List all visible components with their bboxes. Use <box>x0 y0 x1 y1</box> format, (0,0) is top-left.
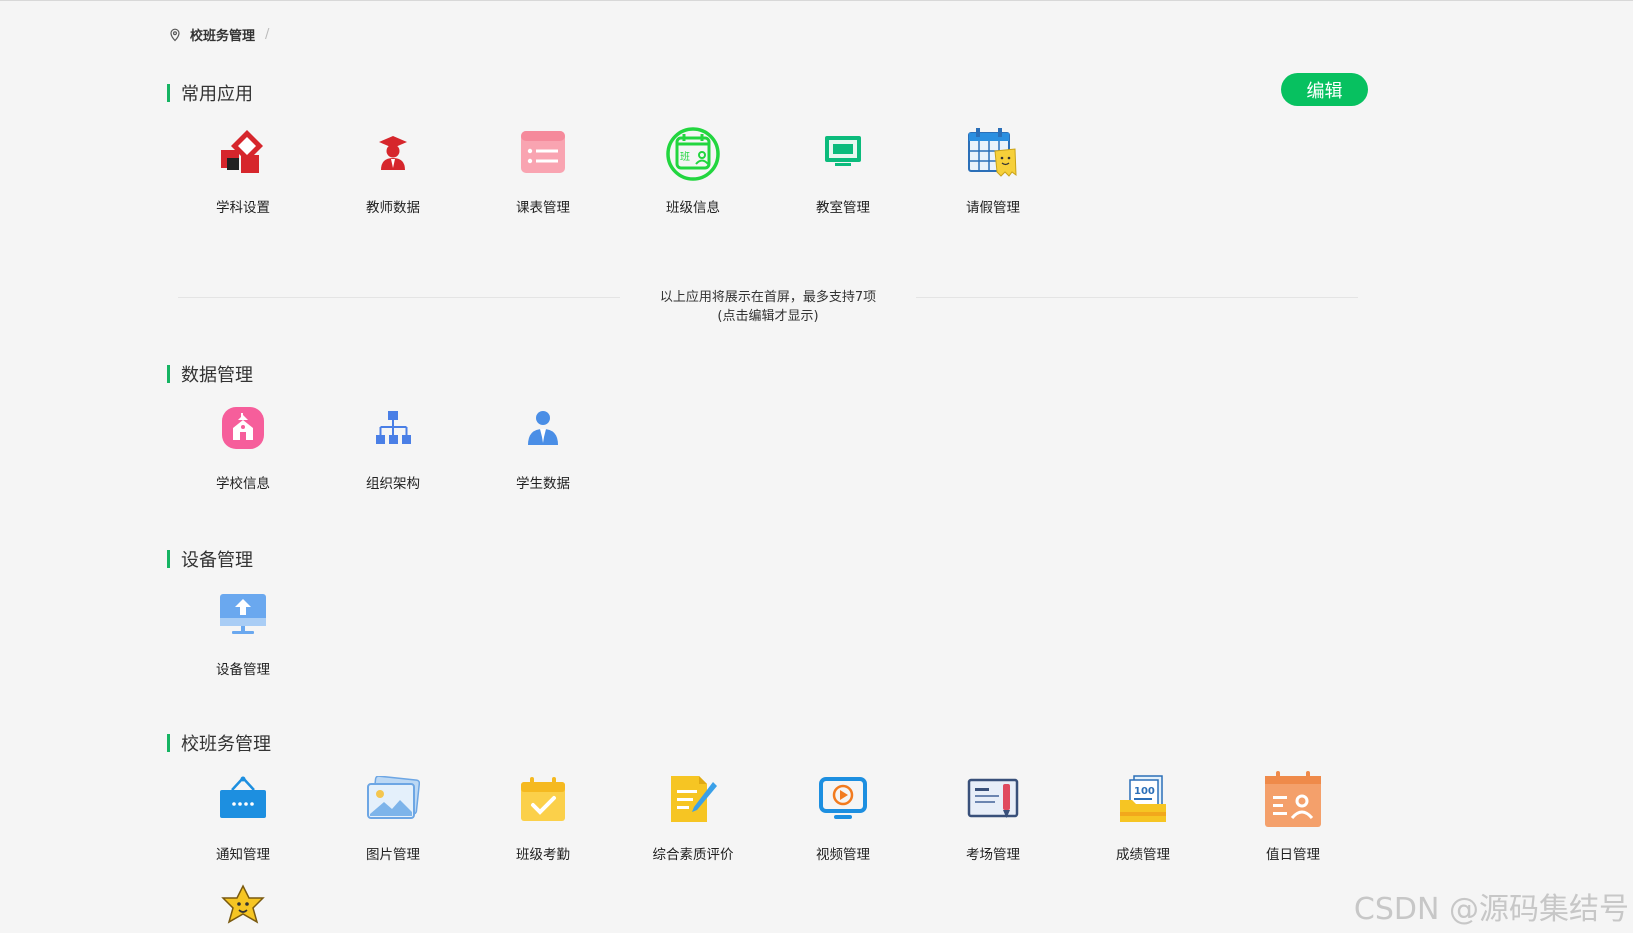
watermark: CSDN @源码集结号 <box>1353 892 1629 927</box>
section-title-text: 数据管理 <box>181 365 253 386</box>
exam-room-icon <box>961 767 1025 831</box>
app-label: 课表管理 <box>516 200 570 216</box>
evaluation-icon <box>661 767 725 831</box>
student-icon <box>511 396 575 460</box>
svg-text:100: 100 <box>1134 786 1155 797</box>
app-school-info[interactable]: 学校信息 <box>183 396 303 492</box>
app-student-data[interactable]: 学生数据 <box>483 396 603 492</box>
home-screen-hint: 以上应用将展示在首屏，最多支持7项 (点击编辑才显示) <box>620 288 916 326</box>
app-label: 图片管理 <box>366 847 420 863</box>
app-label: 学校信息 <box>216 476 270 492</box>
app-video[interactable]: 视频管理 <box>783 767 903 863</box>
section-accent-bar <box>167 550 170 568</box>
section-title-common: 常用应用 <box>167 80 253 106</box>
app-extra-partial[interactable] <box>183 882 303 932</box>
app-label: 教师数据 <box>366 200 420 216</box>
app-label: 组织架构 <box>366 476 420 492</box>
teacher-data-icon <box>361 120 425 184</box>
app-label: 考场管理 <box>966 847 1020 863</box>
leave-calendar-icon <box>961 120 1025 184</box>
svg-text:班: 班 <box>680 151 690 163</box>
app-org-structure[interactable]: 组织架构 <box>333 396 453 492</box>
app-label: 教室管理 <box>816 200 870 216</box>
app-attendance[interactable]: 班级考勤 <box>483 767 603 863</box>
classroom-icon <box>811 120 875 184</box>
device-monitor-icon <box>211 582 275 646</box>
section-title-data: 数据管理 <box>167 361 253 387</box>
section-accent-bar <box>167 365 170 383</box>
divider-left <box>178 297 620 298</box>
app-label: 值日管理 <box>1266 847 1320 863</box>
picture-icon <box>361 767 425 831</box>
app-classroom[interactable]: 教室管理 <box>783 120 903 216</box>
divider-right <box>916 297 1358 298</box>
location-pin-icon <box>170 28 180 41</box>
notice-board-icon <box>211 767 275 831</box>
hint-line-2: (点击编辑才显示) <box>717 309 819 324</box>
app-label: 设备管理 <box>216 662 270 678</box>
app-leave[interactable]: 请假管理 <box>933 120 1053 216</box>
org-chart-icon <box>361 396 425 460</box>
app-teacher-data[interactable]: 教师数据 <box>333 120 453 216</box>
subject-settings-icon <box>211 120 275 184</box>
app-evaluation[interactable]: 综合素质评价 <box>633 767 753 863</box>
attendance-icon <box>511 767 575 831</box>
app-label: 班级信息 <box>666 200 720 216</box>
timetable-icon <box>511 120 575 184</box>
video-icon <box>811 767 875 831</box>
app-label: 成绩管理 <box>1116 847 1170 863</box>
class-info-icon: 班 <box>661 120 725 184</box>
duty-icon <box>1261 767 1325 831</box>
app-notice[interactable]: 通知管理 <box>183 767 303 863</box>
app-label: 视频管理 <box>816 847 870 863</box>
star-mascot-icon <box>211 882 275 932</box>
app-label: 学生数据 <box>516 476 570 492</box>
app-picture[interactable]: 图片管理 <box>333 767 453 863</box>
school-icon <box>211 396 275 460</box>
app-label: 通知管理 <box>216 847 270 863</box>
app-label: 学科设置 <box>216 200 270 216</box>
app-timetable[interactable]: 课表管理 <box>483 120 603 216</box>
app-exam-room[interactable]: 考场管理 <box>933 767 1053 863</box>
breadcrumb-separator: / <box>265 27 270 42</box>
section-title-device: 设备管理 <box>167 546 253 572</box>
breadcrumb: 校班务管理 / <box>168 25 269 44</box>
app-class-info[interactable]: 班 班级信息 <box>633 120 753 216</box>
app-score[interactable]: 100 成绩管理 <box>1083 767 1203 863</box>
app-label: 请假管理 <box>966 200 1020 216</box>
edit-button[interactable]: 编辑 <box>1281 73 1368 106</box>
app-device-management[interactable]: 设备管理 <box>183 582 303 678</box>
app-label: 综合素质评价 <box>652 847 734 863</box>
section-title-text: 常用应用 <box>181 84 253 105</box>
section-title-text: 设备管理 <box>181 550 253 571</box>
breadcrumb-item[interactable]: 校班务管理 <box>190 25 255 44</box>
section-accent-bar <box>167 734 170 752</box>
app-duty[interactable]: 值日管理 <box>1233 767 1353 863</box>
hint-line-1: 以上应用将展示在首屏，最多支持7项 <box>659 290 877 305</box>
score-icon: 100 <box>1111 767 1175 831</box>
section-title-school: 校班务管理 <box>167 730 271 756</box>
section-accent-bar <box>167 84 170 102</box>
top-border <box>0 0 1633 1</box>
section-title-text: 校班务管理 <box>181 734 271 755</box>
app-label: 班级考勤 <box>516 847 570 863</box>
app-subject-settings[interactable]: 学科设置 <box>183 120 303 216</box>
